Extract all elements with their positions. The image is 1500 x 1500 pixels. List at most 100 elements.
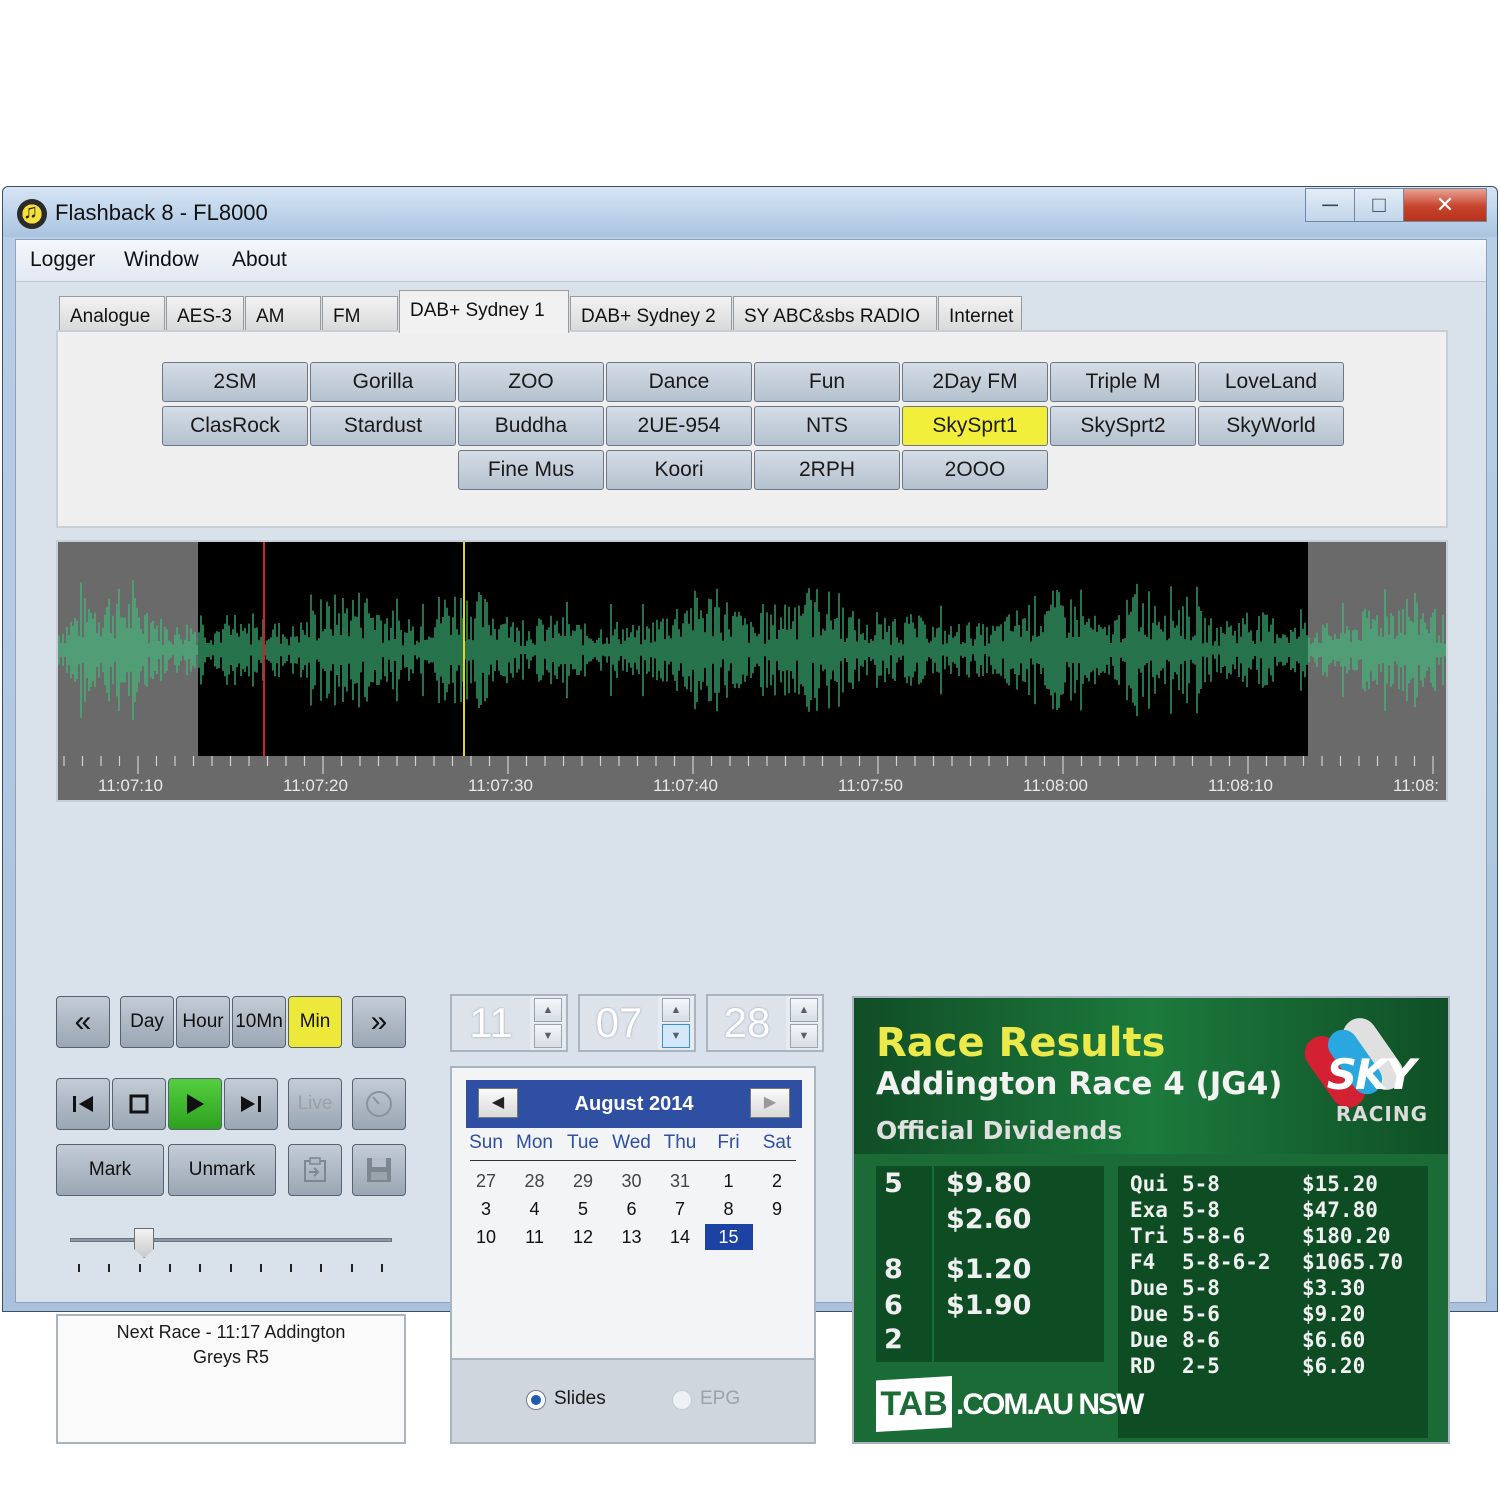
second-down-button[interactable]: ▼: [790, 1024, 818, 1048]
station-button[interactable]: Stardust: [310, 406, 456, 446]
tab-internet[interactable]: Internet: [938, 296, 1022, 332]
waveform-graph[interactable]: [58, 542, 1446, 800]
calendar-day[interactable]: 15: [704, 1224, 753, 1250]
calendar-weekday: Thu: [663, 1132, 697, 1153]
skip-forward-icon: [241, 1096, 261, 1112]
station-button[interactable]: Fine Mus: [458, 450, 604, 490]
clock-button[interactable]: [352, 1078, 406, 1130]
calendar-day[interactable]: 31: [656, 1168, 704, 1194]
calendar-day[interactable]: 5: [559, 1196, 607, 1222]
skip-forward-button[interactable]: [224, 1078, 278, 1130]
menu-window[interactable]: Window: [124, 248, 199, 272]
stop-button[interactable]: [112, 1078, 166, 1130]
calendar-day[interactable]: 4: [511, 1196, 559, 1222]
slider-tick: [168, 1264, 171, 1272]
menu-logger[interactable]: Logger: [30, 248, 95, 272]
calendar-day[interactable]: 7: [656, 1196, 704, 1222]
date-calendar: ◀ August 2014 ▶ Sun Mon Tue Wed Thu Fri Sat 27…: [450, 1066, 816, 1366]
calendar-next-button[interactable]: ▶: [750, 1088, 790, 1118]
station-button[interactable]: Fun: [754, 362, 900, 402]
station-button[interactable]: 2SM: [162, 362, 308, 402]
station-button[interactable]: Dance: [606, 362, 752, 402]
calendar-day[interactable]: 3: [462, 1196, 510, 1222]
calendar-day[interactable]: 27: [462, 1168, 510, 1194]
station-button[interactable]: SkySprt1: [902, 406, 1048, 446]
day-button[interactable]: Day: [120, 996, 174, 1048]
station-button[interactable]: 2Day FM: [902, 362, 1048, 402]
tab-sy-abc-sbs-radio[interactable]: SY ABC&sbs RADIO: [733, 296, 937, 332]
station-button[interactable]: ZOO: [458, 362, 604, 402]
calendar-day[interactable]: 30: [608, 1168, 656, 1194]
rewind-button[interactable]: «: [56, 996, 110, 1048]
tab-dab-sydney-2[interactable]: DAB+ Sydney 2: [570, 296, 732, 332]
dividend-amount: $1.20: [946, 1254, 1032, 1285]
epg-label[interactable]: EPG: [700, 1388, 740, 1410]
calendar-day[interactable]: 10: [462, 1224, 510, 1250]
second-up-button[interactable]: ▲: [790, 998, 818, 1022]
hour-value[interactable]: 11: [452, 996, 530, 1050]
hour-button[interactable]: Hour: [176, 996, 230, 1048]
calendar-day[interactable]: 28: [511, 1168, 559, 1194]
tab-am[interactable]: AM: [245, 296, 321, 332]
station-button[interactable]: Triple M: [1050, 362, 1196, 402]
slides-label[interactable]: Slides: [554, 1388, 606, 1410]
station-button[interactable]: 2OOO: [902, 450, 1048, 490]
calendar-day[interactable]: 11: [511, 1224, 559, 1250]
station-button[interactable]: Gorilla: [310, 362, 456, 402]
calendar-day[interactable]: 13: [608, 1224, 656, 1250]
hour-down-button[interactable]: ▼: [534, 1024, 562, 1048]
minute-up-button[interactable]: ▲: [662, 998, 690, 1022]
mark-button[interactable]: Mark: [56, 1144, 164, 1196]
minute-value[interactable]: 07: [580, 996, 658, 1050]
hour-up-button[interactable]: ▲: [534, 998, 562, 1022]
tab-analogue[interactable]: Analogue: [59, 296, 165, 332]
calendar-day[interactable]: 8: [705, 1196, 753, 1222]
waveform-view[interactable]: 11:07:10 11:07:20 11:07:30 11:07:40 11:07:50…: [56, 540, 1448, 802]
calendar-day[interactable]: 2: [753, 1168, 801, 1194]
maximize-button[interactable]: □: [1354, 188, 1404, 222]
station-button[interactable]: ClasRock: [162, 406, 308, 446]
tab-aes3[interactable]: AES-3: [166, 296, 244, 332]
station-button[interactable]: 2RPH: [754, 450, 900, 490]
minute-button[interactable]: Min: [288, 996, 342, 1048]
station-button[interactable]: Koori: [606, 450, 752, 490]
exotic-combo: 5-8: [1182, 1172, 1220, 1196]
tab-dab-sydney-1[interactable]: DAB+ Sydney 1: [399, 290, 569, 333]
slider-tick: [229, 1264, 232, 1272]
epg-radio[interactable]: [672, 1390, 692, 1410]
exotic-combo: 5-8-6: [1182, 1224, 1246, 1248]
menu-about[interactable]: About: [232, 248, 287, 272]
export-clip-button[interactable]: [288, 1144, 342, 1196]
station-button[interactable]: NTS: [754, 406, 900, 446]
unmark-button[interactable]: Unmark: [168, 1144, 276, 1196]
calendar-day[interactable]: 12: [559, 1224, 607, 1250]
forward-button[interactable]: »: [352, 996, 406, 1048]
minimize-button[interactable]: ─: [1305, 188, 1355, 222]
station-button[interactable]: Buddha: [458, 406, 604, 446]
calendar-day[interactable]: 1: [705, 1168, 753, 1194]
tab-fm[interactable]: FM: [322, 296, 398, 332]
volume-slider-track[interactable]: [70, 1238, 392, 1242]
station-button[interactable]: LoveLand: [1198, 362, 1344, 402]
save-button[interactable]: [352, 1144, 406, 1196]
station-button[interactable]: SkySprt2: [1050, 406, 1196, 446]
station-button[interactable]: 2UE-954: [606, 406, 752, 446]
close-button[interactable]: ✕: [1403, 188, 1487, 222]
calendar-day[interactable]: 29: [559, 1168, 607, 1194]
calendar-header: ◀ August 2014 ▶: [466, 1080, 802, 1128]
title-bar[interactable]: Flashback 8 - FL8000 ─ □ ✕: [3, 187, 1497, 237]
volume-slider-thumb[interactable]: [134, 1228, 155, 1258]
calendar-prev-button[interactable]: ◀: [478, 1088, 518, 1118]
minute-down-button[interactable]: ▼: [662, 1024, 690, 1048]
live-button[interactable]: Live: [288, 1078, 342, 1130]
calendar-day[interactable]: 14: [656, 1224, 704, 1250]
flashback-app-icon: [17, 199, 47, 229]
slides-radio[interactable]: [526, 1390, 546, 1410]
play-button[interactable]: [168, 1078, 222, 1130]
second-value[interactable]: 28: [708, 996, 786, 1050]
calendar-day[interactable]: 9: [753, 1196, 801, 1222]
skip-back-button[interactable]: [56, 1078, 110, 1130]
calendar-day[interactable]: 6: [608, 1196, 656, 1222]
station-button[interactable]: SkyWorld: [1198, 406, 1344, 446]
ten-minute-button[interactable]: 10Mn: [232, 996, 286, 1048]
